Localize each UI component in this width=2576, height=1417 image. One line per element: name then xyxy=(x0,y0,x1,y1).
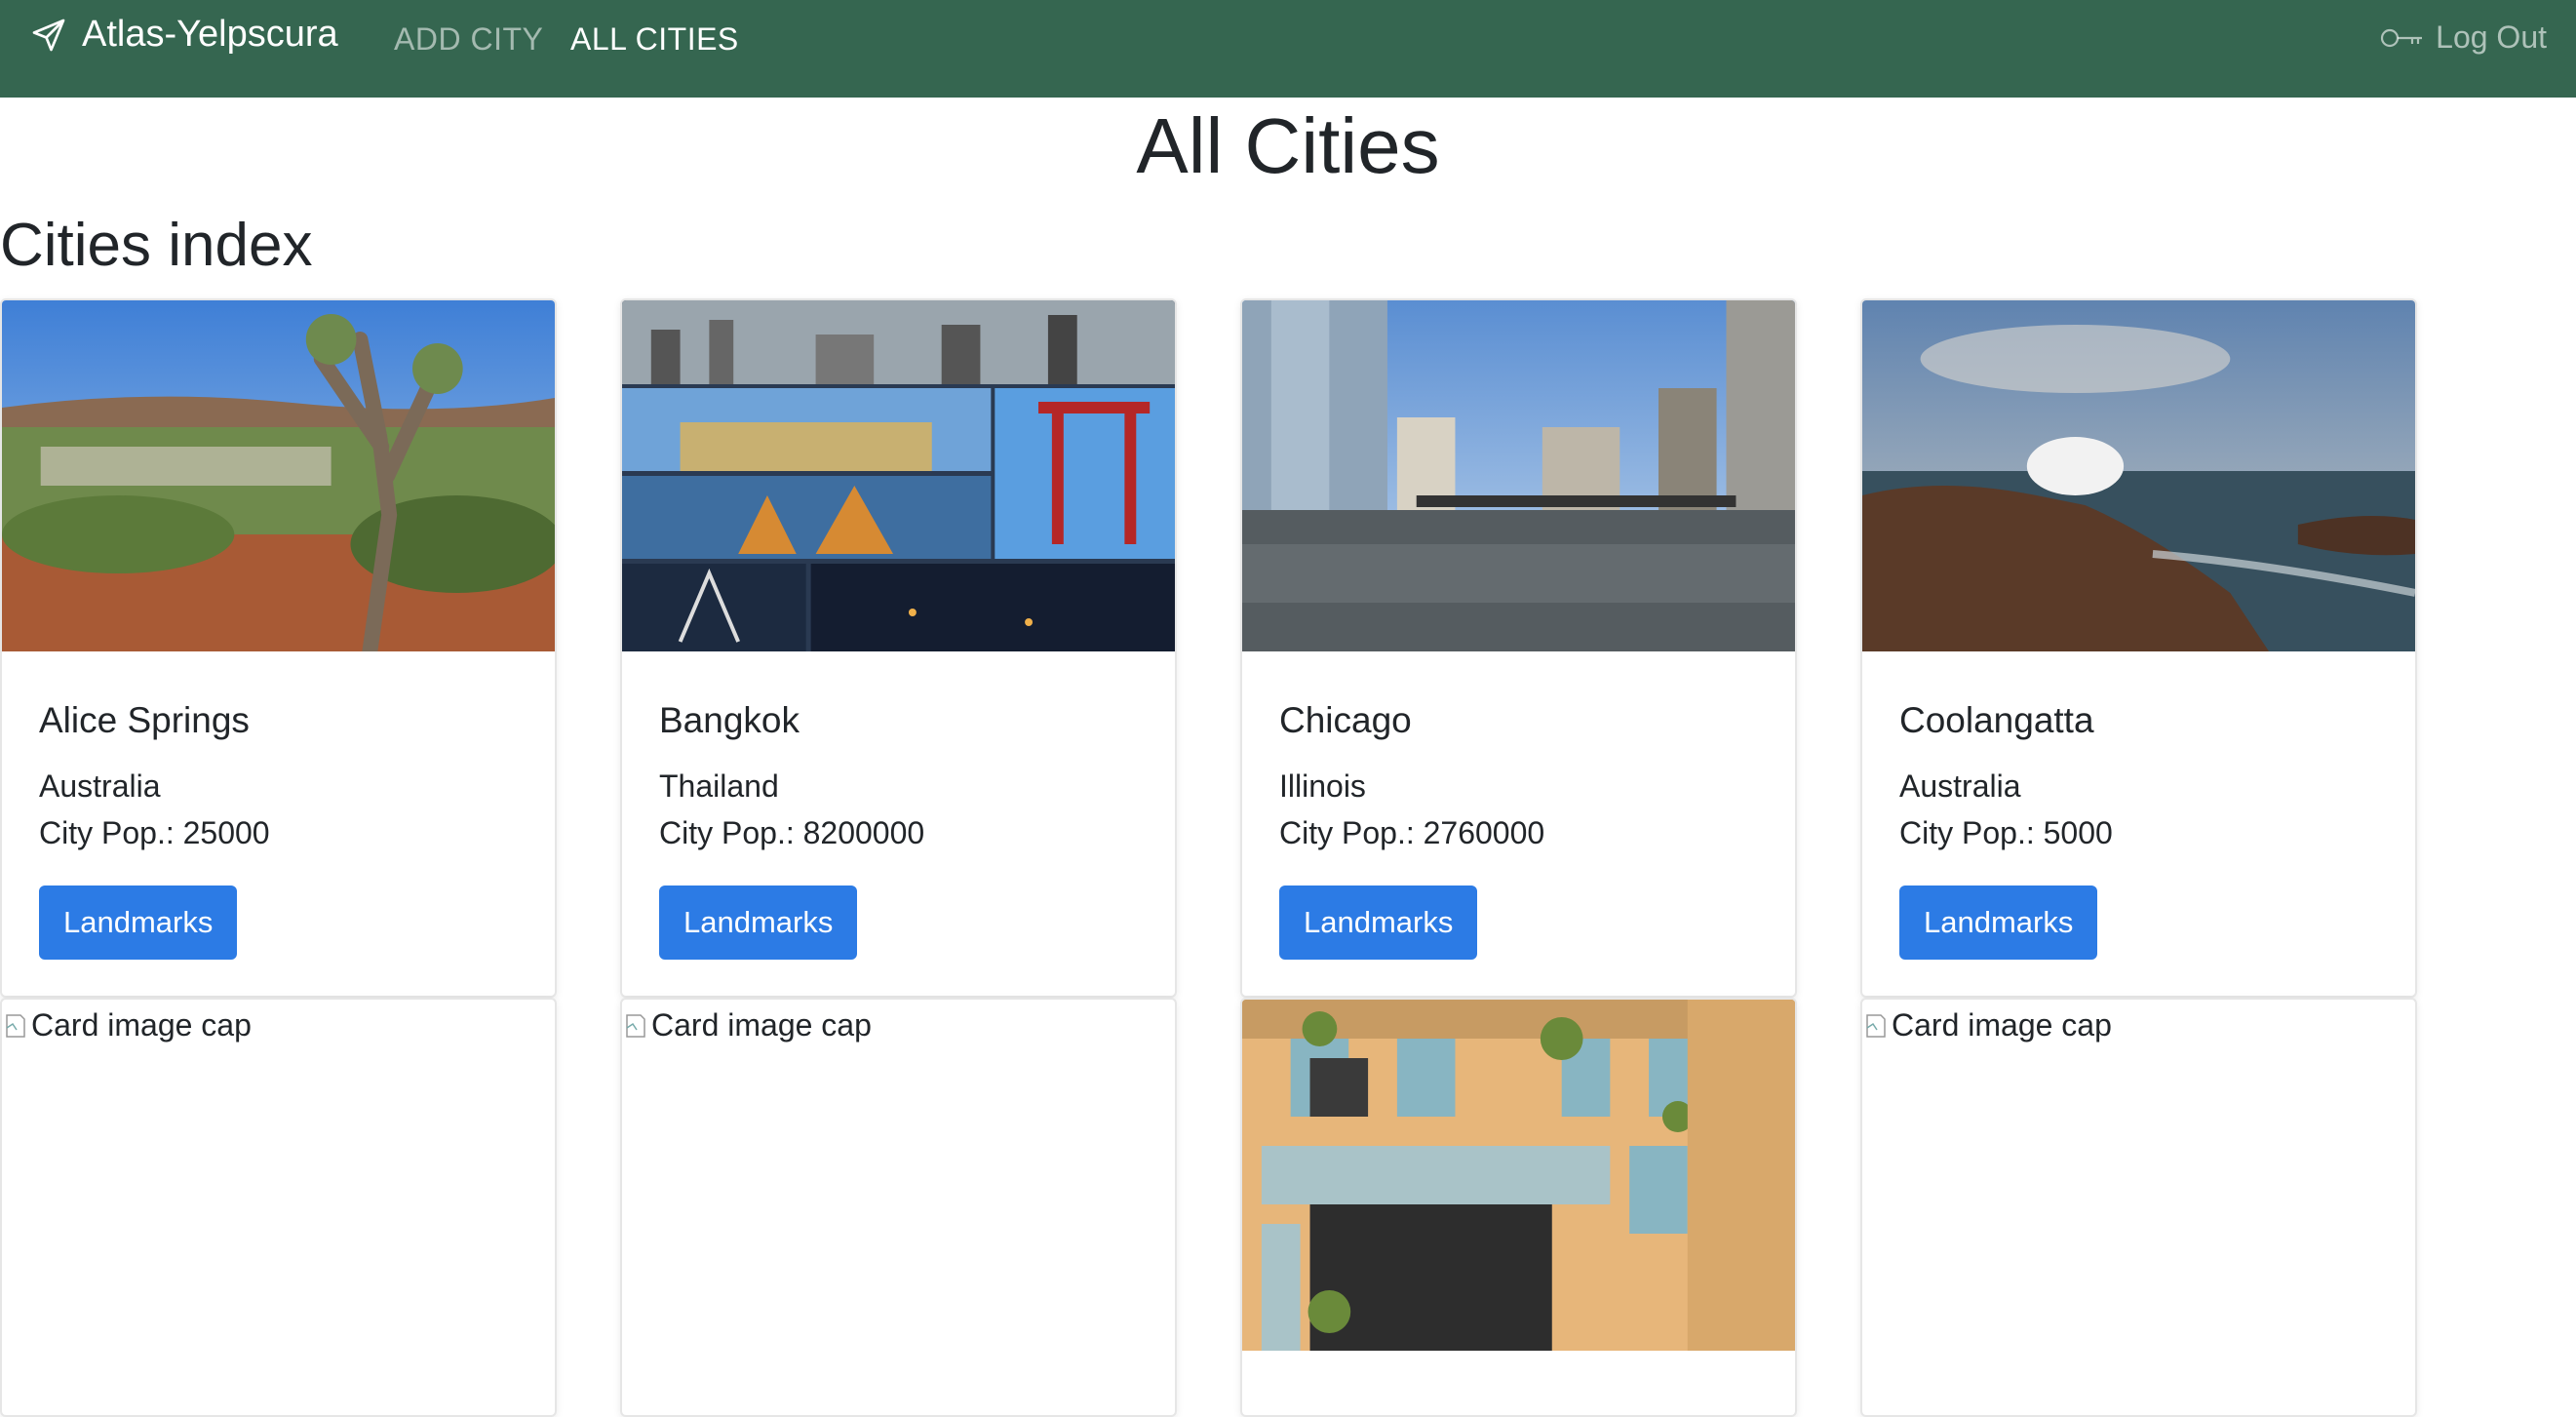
city-card: Card image cap xyxy=(1860,998,2417,1417)
key-icon xyxy=(2381,28,2423,47)
page-title: All Cities xyxy=(1136,102,1440,189)
city-population: City Pop.: 25000 xyxy=(39,815,270,850)
city-name: Alice Springs xyxy=(39,700,250,740)
city-image xyxy=(622,300,1175,651)
city-name: Chicago xyxy=(1279,700,1412,740)
city-region: Thailand xyxy=(659,768,779,804)
logout-link[interactable]: Log Out xyxy=(2379,20,2547,56)
city-card: Card image cap xyxy=(0,998,557,1417)
top-navbar: Atlas-Yelpscura ADD CITY ALL CITIES Log … xyxy=(0,0,2576,98)
landmarks-button[interactable]: Landmarks xyxy=(39,886,238,960)
city-population: City Pop.: 5000 xyxy=(1899,815,2113,850)
broken-image-icon xyxy=(1866,1013,1886,1038)
city-card xyxy=(1240,998,1797,1417)
city-image xyxy=(1242,300,1795,651)
broken-image-icon xyxy=(626,1013,645,1038)
city-card: Alice Springs Australia City Pop.: 25000… xyxy=(0,298,557,998)
city-image xyxy=(1242,1000,1795,1351)
city-name: Coolangatta xyxy=(1899,700,2094,740)
city-region: Australia xyxy=(1899,768,2021,804)
landmarks-button[interactable]: Landmarks xyxy=(1279,886,1478,960)
landmarks-button[interactable]: Landmarks xyxy=(659,886,858,960)
broken-image: Card image cap xyxy=(624,1007,872,1043)
nav-all-cities-link[interactable]: ALL CITIES xyxy=(570,21,739,58)
city-region: Australia xyxy=(39,768,161,804)
city-image xyxy=(2,300,555,651)
city-card: Card image cap xyxy=(620,998,1177,1417)
section-title: Cities index xyxy=(0,212,313,279)
city-population: City Pop.: 8200000 xyxy=(659,815,925,850)
city-card: Coolangatta Australia City Pop.: 5000 La… xyxy=(1860,298,2417,998)
image-alt-text: Card image cap xyxy=(31,1007,252,1043)
logout-label: Log Out xyxy=(2436,20,2547,55)
city-population: City Pop.: 2760000 xyxy=(1279,815,1545,850)
send-icon xyxy=(32,19,65,51)
city-name: Bangkok xyxy=(659,700,800,740)
broken-image-icon xyxy=(6,1013,25,1038)
city-card: Chicago Illinois City Pop.: 2760000 Land… xyxy=(1240,298,1797,998)
image-alt-text: Card image cap xyxy=(651,1007,872,1043)
city-image xyxy=(1862,300,2415,651)
city-region: Illinois xyxy=(1279,768,1366,804)
brand-name: Atlas-Yelpscura xyxy=(82,14,338,55)
nav-add-city-link[interactable]: ADD CITY xyxy=(394,21,543,58)
city-card: Bangkok Thailand City Pop.: 8200000 Land… xyxy=(620,298,1177,998)
brand-link[interactable]: Atlas-Yelpscura xyxy=(29,14,338,56)
landmarks-button[interactable]: Landmarks xyxy=(1899,886,2098,960)
broken-image: Card image cap xyxy=(4,1007,252,1043)
broken-image: Card image cap xyxy=(1864,1007,2112,1043)
image-alt-text: Card image cap xyxy=(1892,1007,2112,1043)
